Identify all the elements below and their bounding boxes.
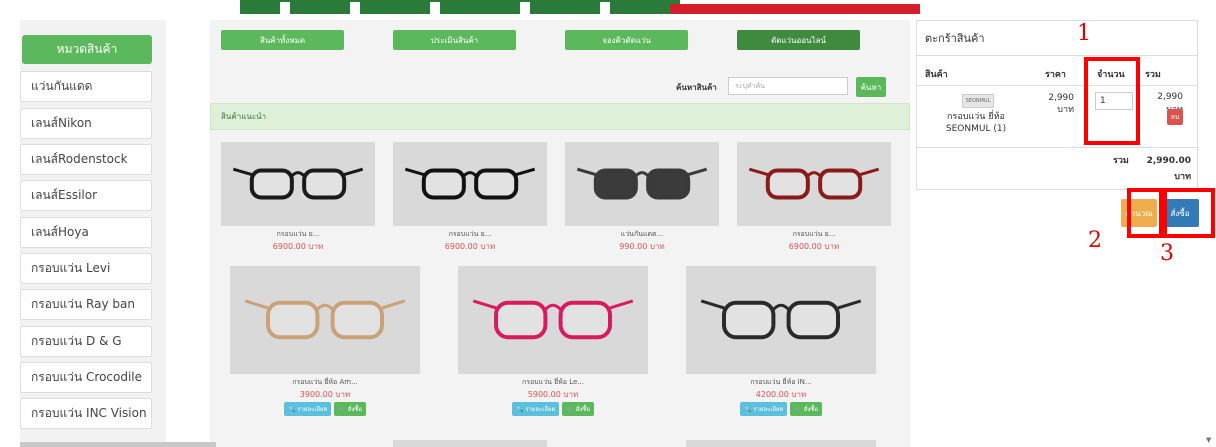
product-name[interactable]: กรอบแว่น ยี่ห้อ IN... bbox=[686, 377, 876, 388]
product-image bbox=[393, 440, 547, 447]
category-sunglasses[interactable]: แว่นกันแดด bbox=[20, 71, 152, 102]
search-input[interactable]: ระบุคำค้น bbox=[728, 77, 848, 95]
horizontal-scrollbar[interactable] bbox=[20, 442, 216, 447]
product-price: 6900.00 บาท bbox=[788, 242, 840, 251]
details-button[interactable]: 🔍 รายละเอียด bbox=[739, 402, 788, 416]
glasses-icon bbox=[244, 299, 406, 340]
cart-sum-value: 2,990.00 บาท bbox=[1146, 156, 1191, 182]
category-dg[interactable]: กรอบแว่น D & G bbox=[20, 326, 152, 357]
product-image[interactable] bbox=[221, 142, 375, 226]
product-price: 5900.00 บาท bbox=[527, 390, 579, 399]
category-nikon[interactable]: เลนส์Nikon bbox=[20, 108, 152, 139]
cart-panel: ตะกร้าสินค้า สินค้า ราคา จำนวน รวม SEONM… bbox=[916, 20, 1198, 190]
cart-delete-button[interactable]: ลบ bbox=[1167, 109, 1183, 125]
order-button[interactable]: 🛒 สั่งซื้อ bbox=[790, 402, 823, 416]
cart-item-thumbnail: SEONMUL bbox=[962, 94, 994, 108]
nav-online-button[interactable]: ตัดแว่นออนไลน์ bbox=[737, 30, 860, 50]
annotation-number-3: 3 bbox=[1160, 241, 1174, 266]
cart-col-total: รวม bbox=[1145, 70, 1161, 80]
product-price: 990.00 บาท bbox=[619, 242, 665, 251]
glasses-icon bbox=[404, 167, 536, 200]
cart-sum-label: รวม bbox=[1113, 156, 1129, 166]
details-button[interactable]: 🔍 รายละเอียด bbox=[283, 402, 332, 416]
sunglasses-icon bbox=[576, 167, 708, 200]
highlight-calc-box bbox=[1127, 188, 1163, 238]
highlight-qty-box bbox=[1084, 57, 1140, 145]
annotation-number-1: 1 bbox=[1077, 21, 1091, 46]
product-image[interactable] bbox=[230, 266, 420, 374]
product-card[interactable]: กรอบแว่น ยี่ห้อ Le... 5900.00 บาท 🔍 รายล… bbox=[458, 266, 648, 416]
product-image[interactable] bbox=[458, 266, 648, 374]
scroll-down-arrow-icon[interactable]: ▼ bbox=[1206, 436, 1211, 444]
order-button[interactable]: 🛒 สั่งซื้อ bbox=[334, 402, 367, 416]
category-heading: หมวดสินค้า bbox=[22, 35, 152, 64]
product-name[interactable]: กรอบแว่น ย... bbox=[393, 229, 547, 240]
glasses-icon bbox=[472, 299, 634, 340]
product-card[interactable]: กรอบแว่น ย... 6900.00 บาท bbox=[393, 142, 547, 253]
product-image[interactable] bbox=[686, 266, 876, 374]
cart-col-price: ราคา bbox=[1045, 70, 1066, 80]
category-rayban[interactable]: กรอบแว่น Ray ban bbox=[20, 289, 152, 320]
product-card[interactable]: กรอบแว่น ยี่ห้อ Am... 3900.00 บาท 🔍 รายล… bbox=[230, 266, 420, 416]
category-levi[interactable]: กรอบแว่น Levi bbox=[20, 253, 152, 284]
product-card[interactable]: กรอบแว่น ย... 6900.00 บาท bbox=[221, 142, 375, 253]
search-label: ค้นหาสินค้า bbox=[676, 83, 717, 92]
product-image[interactable] bbox=[565, 142, 719, 226]
cart-item-name: กรอบแว่น ยี่ห้อ SEONMUL (1) bbox=[945, 112, 1007, 134]
category-rodenstock[interactable]: เลนส์Rodenstock bbox=[20, 144, 152, 175]
annotation-number-2: 2 bbox=[1088, 228, 1102, 253]
nav-all-products-button[interactable]: สินค้าทั้งหมด bbox=[221, 30, 344, 50]
category-crocodile[interactable]: กรอบแว่น Crocodile bbox=[20, 362, 152, 393]
nav-booking-button[interactable]: จองคิวตัดแว่น bbox=[565, 30, 688, 50]
product-price: 6900.00 บาท bbox=[272, 242, 324, 251]
product-price: 4200.00 บาท bbox=[755, 390, 807, 399]
product-card[interactable]: แว่นกันแดด... 990.00 บาท bbox=[565, 142, 719, 253]
order-button[interactable]: 🛒 สั่งซื้อ bbox=[562, 402, 595, 416]
category-sidebar: หมวดสินค้า แว่นกันแดด เลนส์Nikon เลนส์Ro… bbox=[20, 20, 166, 447]
product-price: 6900.00 บาท bbox=[444, 242, 496, 251]
category-hoya[interactable]: เลนส์Hoya bbox=[20, 217, 152, 248]
details-button[interactable]: 🔍 รายละเอียด bbox=[511, 402, 560, 416]
recommended-bar: สินค้าแนะนำ bbox=[210, 103, 910, 130]
cart-col-product: สินค้า bbox=[925, 70, 948, 80]
glasses-icon bbox=[700, 299, 862, 340]
product-name[interactable]: กรอบแว่น ย... bbox=[221, 229, 375, 240]
site-banner bbox=[200, 0, 920, 14]
category-inc-vision[interactable]: กรอบแว่น INC Vision bbox=[20, 398, 152, 429]
product-name[interactable]: กรอบแว่น ยี่ห้อ Le... bbox=[458, 377, 648, 388]
cart-title: ตะกร้าสินค้า bbox=[917, 21, 1197, 56]
product-image[interactable] bbox=[737, 142, 891, 226]
glasses-icon bbox=[748, 167, 880, 200]
cart-item-price: 2,990 บาท bbox=[1048, 93, 1074, 115]
product-name[interactable]: กรอบแว่น ยี่ห้อ Am... bbox=[230, 377, 420, 388]
product-price: 3900.00 บาท bbox=[299, 390, 351, 399]
category-essilor[interactable]: เลนส์Essilor bbox=[20, 180, 152, 211]
product-name[interactable]: กรอบแว่น ย... bbox=[737, 229, 891, 240]
product-name[interactable]: แว่นกันแดด... bbox=[565, 229, 719, 240]
product-image bbox=[686, 440, 876, 447]
product-card[interactable]: กรอบแว่น ยี่ห้อ IN... 4200.00 บาท 🔍 รายล… bbox=[686, 266, 876, 416]
glasses-icon bbox=[232, 167, 364, 200]
product-image[interactable] bbox=[393, 142, 547, 226]
nav-evaluate-button[interactable]: ประเมินสินค้า bbox=[393, 30, 516, 50]
search-button[interactable]: ค้นหา bbox=[856, 77, 886, 97]
highlight-order-box bbox=[1163, 188, 1215, 238]
product-card[interactable]: กรอบแว่น ย... 6900.00 บาท bbox=[737, 142, 891, 253]
